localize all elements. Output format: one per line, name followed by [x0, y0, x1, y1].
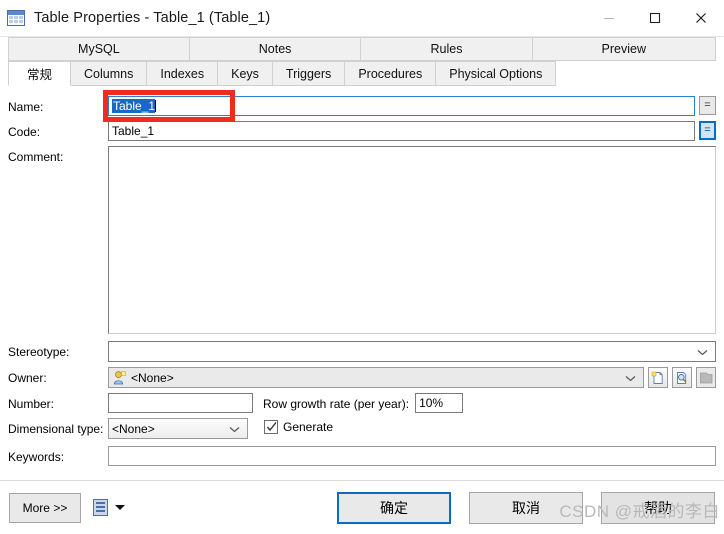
tab-indexes-label: Indexes [160, 66, 205, 81]
tab-mysql-label: MySQL [78, 42, 120, 56]
name-label: Name: [8, 100, 44, 114]
dimensional-type-row: Dimensional type: <None> Generate [8, 418, 716, 439]
tab-triggers[interactable]: Triggers [272, 61, 346, 86]
tab-columns-label: Columns [84, 66, 134, 81]
comment-row: Comment: [8, 146, 716, 334]
properties-icon [700, 372, 713, 383]
chevron-down-icon [697, 345, 708, 359]
generate-label: Generate [283, 420, 334, 434]
tab-triggers-label: Triggers [285, 66, 332, 81]
ok-button[interactable]: 确定 [337, 491, 451, 524]
checkmark-icon [266, 422, 277, 432]
code-label: Code: [8, 125, 41, 139]
maximize-icon [649, 12, 661, 24]
code-row: Code: Table_1 = [8, 121, 716, 141]
owner-value: <None> [131, 370, 174, 385]
name-row: Name: Table_1 = [8, 90, 716, 122]
row-growth-rate-label: Row growth rate (per year): [263, 397, 410, 411]
tab-row-secondary: MySQL Notes Rules Preview [8, 37, 717, 61]
name-input[interactable]: Table_1 [108, 96, 695, 116]
number-label: Number: [8, 397, 55, 411]
more-button[interactable]: More >> [9, 492, 81, 523]
code-input[interactable]: Table_1 [108, 121, 695, 141]
tab-preview[interactable]: Preview [532, 37, 717, 61]
tab-columns[interactable]: Columns [71, 61, 148, 86]
tab-rules-label: Rules [430, 42, 463, 56]
person-icon [112, 370, 126, 385]
dimensional-type-chevron-down-icon [229, 422, 240, 436]
report-button[interactable] [93, 499, 125, 516]
tab-keys[interactable]: Keys [218, 61, 273, 86]
window-titlebar: Table Properties - Table_1 (Table_1) [0, 0, 724, 37]
help-button[interactable]: 帮助 [601, 491, 715, 524]
tab-rules[interactable]: Rules [361, 37, 533, 61]
owner-label: Owner: [8, 371, 47, 385]
stereotype-combobox[interactable] [108, 341, 716, 362]
report-icon [93, 499, 108, 516]
dimensional-type-label: Dimensional type: [8, 422, 104, 436]
tab-physical-options-label: Physical Options [449, 66, 543, 81]
owner-properties-button [696, 367, 716, 388]
tab-indexes[interactable]: Indexes [147, 61, 219, 86]
name-input-selected-text: Table_1 [112, 99, 156, 113]
tab-mysql[interactable]: MySQL [8, 37, 190, 61]
name-equals-button[interactable]: = [699, 96, 716, 115]
stereotype-row: Stereotype: [8, 341, 716, 362]
maximize-button[interactable] [632, 0, 678, 36]
close-button[interactable] [678, 0, 724, 36]
minimize-icon [604, 18, 614, 19]
tab-preview-label: Preview [601, 42, 646, 56]
name-equals-label: = [704, 99, 711, 111]
chevron-down-icon[interactable] [115, 505, 125, 510]
keywords-label: Keywords: [8, 450, 65, 464]
window-controls [586, 0, 724, 36]
tab-notes[interactable]: Notes [189, 37, 362, 61]
comment-label: Comment: [8, 150, 64, 164]
stereotype-label: Stereotype: [8, 345, 70, 359]
general-tab-panel: Name: Table_1 = Code: Table_1 = Comment:… [8, 86, 716, 470]
owner-chevron-down-icon [625, 371, 636, 385]
number-row: Number: Row growth rate (per year): 10% [8, 393, 716, 413]
code-equals-label: = [704, 124, 711, 136]
tab-general-label: 常规 [27, 68, 53, 82]
comment-textarea[interactable] [108, 146, 716, 334]
cancel-button[interactable]: 取消 [469, 491, 583, 524]
close-icon [696, 13, 706, 23]
search-document-icon [677, 371, 687, 384]
number-input[interactable] [108, 393, 253, 413]
table-grid-icon [7, 10, 25, 26]
window-title: Table Properties - Table_1 (Table_1) [34, 10, 271, 26]
dialog-footer: More >> 确定 取消 帮助 [0, 480, 724, 534]
owner-create-button[interactable] [648, 367, 668, 388]
tab-strip: MySQL Notes Rules Preview 常规 Columns Ind… [0, 37, 724, 86]
minimize-button[interactable] [586, 0, 632, 36]
tab-general[interactable]: 常规 [8, 61, 72, 86]
dimensional-type-value: <None> [112, 421, 155, 436]
code-equals-button[interactable]: = [699, 121, 716, 140]
tab-notes-label: Notes [258, 42, 292, 56]
tab-procedures[interactable]: Procedures [345, 61, 437, 86]
new-document-icon [651, 371, 663, 384]
tab-procedures-label: Procedures [358, 66, 423, 81]
tab-physical-options[interactable]: Physical Options [436, 61, 557, 86]
text-caret [155, 100, 157, 112]
row-growth-rate-input[interactable]: 10% [415, 393, 464, 413]
tab-keys-label: Keys [231, 66, 259, 81]
owner-row: Owner: <None> [8, 367, 716, 388]
name-field-wrapper: Table_1 [103, 90, 695, 122]
owner-combobox[interactable]: <None> [108, 367, 644, 388]
keywords-row: Keywords: [8, 446, 716, 466]
dimensional-type-combobox[interactable]: <None> [108, 418, 248, 439]
tab-row-primary: 常规 Columns Indexes Keys Triggers Procedu… [8, 61, 716, 86]
keywords-input[interactable] [108, 446, 716, 466]
owner-browse-button[interactable] [672, 367, 692, 388]
generate-checkbox[interactable] [264, 420, 278, 434]
